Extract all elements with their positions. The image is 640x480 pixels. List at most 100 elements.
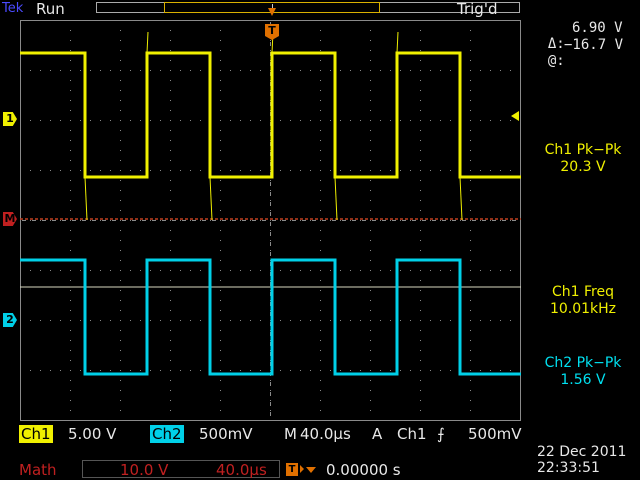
grid-dot bbox=[170, 200, 171, 201]
ch1-ground-marker[interactable]: 1 bbox=[3, 112, 17, 126]
ch1-label[interactable]: Ch1 bbox=[19, 425, 53, 443]
measurement-ch1-pkpk[interactable]: Ch1 Pk−Pk 20.3 V bbox=[524, 142, 640, 176]
grid-dot bbox=[370, 60, 371, 61]
center-axis-tick bbox=[192, 220, 196, 221]
grid-dot bbox=[70, 200, 71, 201]
ch2-scale[interactable]: 500mV bbox=[199, 425, 253, 443]
grid-dot bbox=[400, 170, 401, 171]
grid-dot bbox=[420, 140, 421, 141]
measurement-ch2-pkpk[interactable]: Ch2 Pk−Pk 1.56 V bbox=[524, 355, 640, 389]
grid-dot bbox=[470, 170, 471, 171]
grid-dot bbox=[120, 330, 121, 331]
grid-dot bbox=[510, 320, 511, 321]
grid-dot bbox=[100, 220, 101, 221]
center-axis-tick bbox=[312, 220, 316, 221]
center-axis-tick bbox=[270, 402, 271, 406]
timebase-value[interactable]: 40.0µs bbox=[300, 425, 351, 443]
grid-dot bbox=[330, 270, 331, 271]
grid-dot bbox=[470, 360, 471, 361]
math-ground-marker[interactable]: M bbox=[3, 212, 17, 226]
grid-dot bbox=[440, 220, 441, 221]
grid-dot bbox=[430, 320, 431, 321]
grid-dot bbox=[120, 70, 121, 71]
grid-dot bbox=[120, 160, 121, 161]
waveform-display[interactable] bbox=[20, 20, 521, 421]
center-axis-tick bbox=[402, 220, 406, 221]
delay-arrow-icon bbox=[300, 465, 304, 473]
grid-dot bbox=[280, 370, 281, 371]
grid-dot bbox=[120, 150, 121, 151]
grid-dot bbox=[220, 240, 221, 241]
grid-dot bbox=[120, 230, 121, 231]
ch1-scale[interactable]: 5.00 V bbox=[68, 425, 116, 443]
grid-dot bbox=[500, 120, 501, 121]
grid-dot bbox=[490, 270, 491, 271]
grid-dot bbox=[110, 170, 111, 171]
grid-dot bbox=[320, 100, 321, 101]
center-axis-tick bbox=[352, 220, 356, 221]
grid-dot bbox=[420, 110, 421, 111]
grid-dot bbox=[450, 320, 451, 321]
grid-dot bbox=[300, 220, 301, 221]
grid-dot bbox=[320, 250, 321, 251]
grid-dot bbox=[170, 180, 171, 181]
trigger-status: Trig'd bbox=[457, 0, 498, 18]
grid-dot bbox=[190, 120, 191, 121]
grid-dot bbox=[370, 420, 371, 421]
grid-dot bbox=[420, 420, 421, 421]
grid-dot bbox=[120, 240, 121, 241]
grid-dot bbox=[470, 150, 471, 151]
grid-dot bbox=[60, 370, 61, 371]
grid-dot bbox=[170, 360, 171, 361]
grid-dot bbox=[370, 250, 371, 251]
measurement-ch1-freq[interactable]: Ch1 Freq 10.01kHz bbox=[524, 284, 640, 318]
grid-dot bbox=[170, 230, 171, 231]
grid-dot bbox=[170, 370, 171, 371]
grid-dot bbox=[80, 270, 81, 271]
grid-dot bbox=[420, 300, 421, 301]
grid-dot bbox=[390, 370, 391, 371]
grid-dot bbox=[70, 70, 71, 71]
grid-dot bbox=[470, 380, 471, 381]
grid-dot bbox=[220, 390, 221, 391]
grid-dot bbox=[470, 50, 471, 51]
ch2-waveform bbox=[20, 258, 521, 376]
grid-dot bbox=[80, 170, 81, 171]
grid-dot bbox=[50, 270, 51, 271]
grid-dot bbox=[220, 340, 221, 341]
grid-dot bbox=[270, 50, 271, 51]
grid-dot bbox=[170, 30, 171, 31]
time-display: 22:33:51 bbox=[537, 460, 600, 476]
grid-dot bbox=[120, 50, 121, 51]
grid-dot bbox=[270, 230, 271, 231]
grid-dot bbox=[220, 380, 221, 381]
grid-dot bbox=[220, 30, 221, 31]
grid-dot bbox=[150, 120, 151, 121]
trigger-source[interactable]: Ch1 bbox=[397, 425, 427, 443]
trigger-level[interactable]: 500mV bbox=[468, 425, 522, 443]
grid-dot bbox=[190, 270, 191, 271]
math-timebase[interactable]: 40.0µs bbox=[216, 461, 267, 479]
trigger-delay-value[interactable]: 0.00000 s bbox=[326, 461, 401, 479]
grid-dot bbox=[120, 260, 121, 261]
grid-dot bbox=[170, 110, 171, 111]
grid-dot bbox=[220, 120, 221, 121]
grid-dot bbox=[70, 340, 71, 341]
grid-dot bbox=[250, 220, 251, 221]
trigger-mode[interactable]: A bbox=[372, 425, 382, 443]
grid-dot bbox=[190, 320, 191, 321]
grid-dot bbox=[170, 50, 171, 51]
grid-dot bbox=[420, 270, 421, 271]
trigger-slope-icon[interactable]: ⨍ bbox=[437, 425, 445, 443]
ch2-label[interactable]: Ch2 bbox=[150, 425, 184, 443]
grid-dot bbox=[340, 70, 341, 71]
math-scale[interactable]: 10.0 V bbox=[120, 461, 168, 479]
grid-dot bbox=[170, 80, 171, 81]
grid-dot bbox=[370, 380, 371, 381]
math-label[interactable]: Math bbox=[19, 461, 57, 479]
grid-dot bbox=[370, 110, 371, 111]
ch2-ground-marker[interactable]: 2 bbox=[3, 313, 17, 327]
grid-dot bbox=[140, 220, 141, 221]
center-axis-tick bbox=[172, 220, 176, 221]
grid-dot bbox=[510, 70, 511, 71]
